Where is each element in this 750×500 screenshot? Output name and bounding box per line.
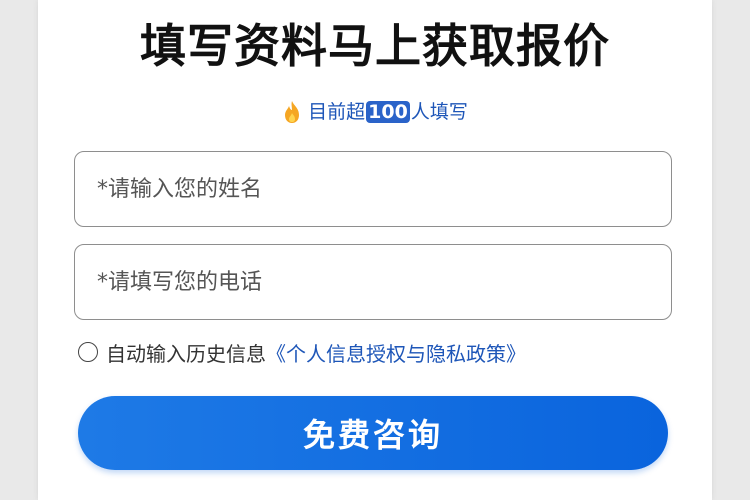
participant-count-line: 目前超 100 人填写: [38, 98, 712, 126]
phone-field-container: [74, 244, 672, 320]
page-title: 填写资料马上获取报价: [140, 19, 610, 73]
name-field-container: [74, 151, 672, 227]
consent-label: 自动输入历史信息: [106, 341, 266, 366]
privacy-policy-link[interactable]: 《个人信息授权与隐私政策》: [266, 338, 526, 367]
consent-radio[interactable]: [78, 342, 98, 362]
name-input[interactable]: [75, 152, 671, 226]
subtitle-prefix: 目前超: [308, 101, 366, 123]
phone-input[interactable]: [75, 245, 671, 319]
subtitle-suffix: 人填写: [410, 101, 468, 123]
fire-icon: [282, 100, 302, 124]
consent-row: 自动输入历史信息 《个人信息授权与隐私政策》: [78, 336, 526, 368]
form-card: 填写资料马上获取报价 目前超 100 人填写 自动输入历史信息 《个人信息授权与…: [38, 0, 712, 500]
participant-count-badge: 100: [366, 101, 410, 123]
free-consult-button[interactable]: 免费咨询: [78, 396, 668, 470]
